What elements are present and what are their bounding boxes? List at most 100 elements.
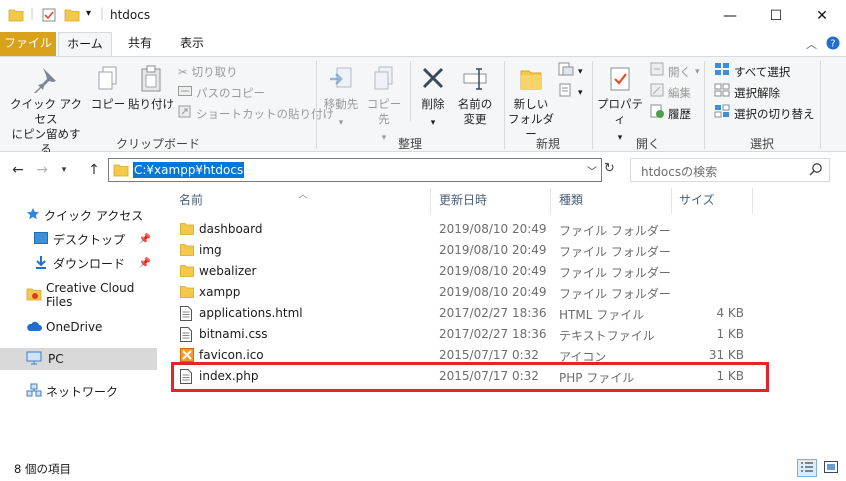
paste-button[interactable]: 貼り付け [128, 65, 174, 112]
easy-access-button[interactable]: ▾ [558, 83, 583, 103]
move-to-button[interactable]: 移動先 ▾ [320, 65, 362, 131]
nav-item-creative-cloud[interactable]: Creative Cloud Files [0, 281, 157, 309]
open-dropdown-icon: ▾ [695, 67, 700, 77]
file-row[interactable]: webalizer 2019/08/10 20:49 ファイル フォルダー [168, 261, 753, 282]
paste-shortcut-button[interactable]: ショートカットの貼り付け [178, 104, 334, 124]
paste-label: 貼り付け [128, 97, 174, 111]
large-icons-view-button[interactable] [821, 459, 841, 477]
column-header-size[interactable]: サイズ [679, 193, 715, 215]
history-label: 履歴 [668, 107, 691, 121]
search-icon[interactable] [809, 162, 823, 179]
invert-selection-button[interactable]: 選択の切り替え [714, 104, 815, 124]
file-row[interactable]: xampp 2019/08/10 20:49 ファイル フォルダー [168, 282, 753, 303]
open-button[interactable]: 開く ▾ [650, 62, 700, 82]
copy-button[interactable]: コピー [90, 65, 126, 112]
back-button[interactable]: ← [8, 160, 28, 180]
nav-label-pc: PC [48, 352, 64, 366]
organize-group-label: 整理 [397, 137, 422, 151]
open-group-label: 開く [635, 137, 660, 151]
nav-item-quick-access[interactable]: クイック アクセス [0, 204, 157, 226]
collapse-ribbon-icon[interactable]: ︿ [806, 36, 817, 52]
copy-to-button[interactable]: コピー先 ▾ [362, 65, 406, 146]
select-all-button[interactable]: すべて選択 [714, 62, 790, 82]
properties-button[interactable]: プロパティ ▾ [596, 65, 644, 146]
properties-icon [607, 65, 633, 97]
address-path[interactable]: C:¥xampp¥htdocs [133, 162, 245, 178]
minimize-button[interactable]: — [707, 0, 753, 32]
search-placeholder: htdocsの検索 [641, 165, 718, 179]
navigation-scrollbar[interactable] [160, 188, 168, 453]
nav-item-onedrive[interactable]: OneDrive [0, 316, 157, 338]
tab-file[interactable]: ファイル [0, 32, 56, 56]
file-row[interactable]: applications.html 2017/02/27 18:36 HTML … [168, 303, 753, 324]
edit-button[interactable]: 編集 [650, 83, 691, 103]
nav-item-downloads[interactable]: ダウンロード 📌 [0, 252, 157, 274]
nav-item-desktop[interactable]: デスクトップ 📌 [0, 228, 157, 250]
column-divider[interactable] [671, 188, 672, 214]
select-none-icon [714, 83, 730, 103]
column-header-name[interactable]: 名前 [179, 193, 203, 215]
nav-item-pc[interactable]: PC [0, 348, 157, 370]
file-date: 2017/02/27 18:36 [439, 306, 547, 320]
refresh-icon[interactable]: ↻ [604, 161, 620, 176]
file-type: テキストファイル [559, 329, 655, 343]
creative-cloud-folder-icon [26, 287, 42, 304]
search-input[interactable]: htdocsの検索 [630, 158, 830, 182]
address-dropdown-icon[interactable]: ﹀ [587, 163, 597, 178]
easy-access-icon [558, 83, 574, 103]
file-row[interactable]: dashboard 2019/08/10 20:49 ファイル フォルダー [168, 219, 753, 240]
forward-button[interactable]: → [32, 160, 52, 180]
column-header-date[interactable]: 更新日時 [439, 193, 487, 215]
select-all-icon [714, 62, 730, 82]
details-view-button[interactable] [797, 459, 817, 477]
group-divider [410, 61, 411, 121]
select-none-button[interactable]: 選択解除 [714, 83, 780, 103]
copy-path-icon [178, 83, 192, 103]
favicon-icon [180, 348, 194, 363]
file-name: img [199, 243, 222, 257]
help-icon[interactable]: ? [826, 36, 840, 53]
new-item-button[interactable]: ▾ [558, 62, 583, 82]
invert-selection-icon [714, 104, 730, 124]
nav-label-onedrive: OneDrive [46, 320, 103, 334]
back-arrow-icon: ← [12, 162, 24, 178]
folder-icon [180, 222, 194, 237]
cloud-icon [26, 320, 42, 335]
column-divider[interactable] [550, 188, 551, 214]
delete-button[interactable]: 削除 ▾ [414, 65, 452, 131]
pin-icon: 📌 [138, 233, 151, 245]
new-item-icon [558, 62, 574, 82]
up-button[interactable]: ↑ [84, 160, 104, 180]
file-size: 31 KB [708, 348, 744, 362]
nav-item-network[interactable]: ネットワーク [0, 380, 157, 402]
close-button[interactable]: ✕ [799, 0, 845, 32]
folder-icon [180, 264, 194, 279]
cut-button[interactable]: ✂ 切り取り [178, 62, 238, 82]
file-row[interactable]: bitnami.css 2017/02/27 18:36 テキストファイル 1 … [168, 324, 753, 345]
delete-x-icon [420, 65, 446, 97]
column-header-type[interactable]: 種類 [559, 193, 583, 215]
tab-share[interactable]: 共有 [118, 32, 162, 56]
recent-locations-button[interactable]: ▾ [54, 160, 74, 180]
new-folder-button[interactable]: 新しい フォルダー [508, 65, 554, 142]
new-folder-quick-icon[interactable] [64, 8, 80, 25]
history-button[interactable]: 履歴 [650, 104, 691, 124]
customize-toolbar-dropdown-icon[interactable]: ▾ [86, 8, 91, 19]
column-divider[interactable] [752, 188, 753, 214]
folder-icon [180, 285, 194, 300]
scissors-icon: ✂ [178, 65, 188, 79]
properties-checkmark-icon[interactable] [42, 8, 56, 25]
maximize-button[interactable]: ☐ [753, 0, 799, 32]
sort-ascending-icon: ︿ [298, 190, 308, 201]
folder-icon [8, 8, 24, 25]
address-bar[interactable]: C:¥xampp¥htdocs ﹀ [108, 158, 602, 182]
copy-path-button[interactable]: パスのコピー [178, 83, 265, 103]
new-group-label: 新規 [535, 137, 560, 151]
history-icon [650, 104, 664, 124]
rename-button[interactable]: 名前の 変更 [454, 65, 496, 127]
column-divider[interactable] [430, 188, 431, 214]
tab-view[interactable]: 表示 [170, 32, 214, 56]
file-row[interactable]: img 2019/08/10 20:49 ファイル フォルダー [168, 240, 753, 261]
edit-label: 編集 [668, 86, 691, 100]
tab-home[interactable]: ホーム [58, 32, 112, 57]
